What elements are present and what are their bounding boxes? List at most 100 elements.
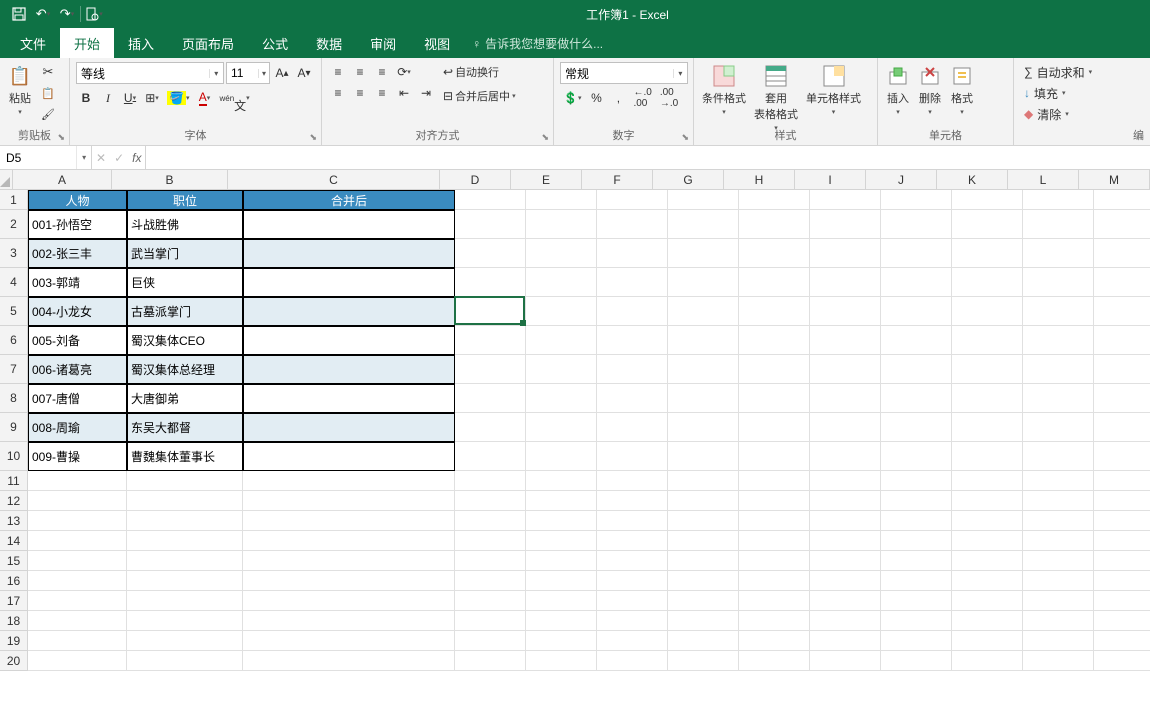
cell-C11[interactable] [243,471,455,491]
cell-H6[interactable] [739,326,810,355]
cell-K14[interactable] [952,531,1023,551]
row-header-14[interactable]: 14 [0,531,28,551]
cell-M14[interactable] [1094,531,1150,551]
cell-B19[interactable] [127,631,243,651]
cell-C18[interactable] [243,611,455,631]
cell-B8[interactable]: 大唐御弟 [127,384,243,413]
cell-E19[interactable] [526,631,597,651]
cell-A16[interactable] [28,571,127,591]
cell-M15[interactable] [1094,551,1150,571]
col-header-C[interactable]: C [228,170,440,189]
cell-J17[interactable] [881,591,952,611]
cell-A3[interactable]: 002-张三丰 [28,239,127,268]
cell-H20[interactable] [739,651,810,671]
cell-M17[interactable] [1094,591,1150,611]
cell-A19[interactable] [28,631,127,651]
cell-G16[interactable] [668,571,739,591]
row-header-5[interactable]: 5 [0,297,28,326]
cell-A8[interactable]: 007-唐僧 [28,384,127,413]
cell-D14[interactable] [455,531,526,551]
col-header-K[interactable]: K [937,170,1008,189]
cell-E17[interactable] [526,591,597,611]
cell-M7[interactable] [1094,355,1150,384]
align-right-button[interactable]: ≡ [372,83,392,103]
cell-A7[interactable]: 006-诸葛亮 [28,355,127,384]
dialog-launcher-icon[interactable]: ⬊ [541,132,549,143]
cell-D9[interactable] [455,413,526,442]
cell-C3[interactable] [243,239,455,268]
cell-A10[interactable]: 009-曹操 [28,442,127,471]
cell-K17[interactable] [952,591,1023,611]
cell-M19[interactable] [1094,631,1150,651]
cell-F14[interactable] [597,531,668,551]
cell-H4[interactable] [739,268,810,297]
tell-me-search[interactable]: ♀ 告诉我您想要做什么... [464,29,611,58]
cell-A9[interactable]: 008-周瑜 [28,413,127,442]
cell-C5[interactable] [243,297,455,326]
cell-A12[interactable] [28,491,127,511]
cell-F9[interactable] [597,413,668,442]
col-header-H[interactable]: H [724,170,795,189]
row-header-4[interactable]: 4 [0,268,28,297]
cell-I17[interactable] [810,591,881,611]
dialog-launcher-icon[interactable]: ⬊ [57,132,65,143]
cell-D4[interactable] [455,268,526,297]
cell-K16[interactable] [952,571,1023,591]
align-top-button[interactable]: ≡ [328,62,348,82]
cell-D15[interactable] [455,551,526,571]
cell-B1[interactable]: 职位 [127,190,243,210]
cell-H16[interactable] [739,571,810,591]
cell-I4[interactable] [810,268,881,297]
cell-F1[interactable] [597,190,668,210]
cell-styles-button[interactable]: 单元格样式 ▾ [804,62,863,118]
cell-I8[interactable] [810,384,881,413]
cell-K11[interactable] [952,471,1023,491]
cell-K13[interactable] [952,511,1023,531]
cell-G18[interactable] [668,611,739,631]
col-header-D[interactable]: D [440,170,511,189]
cell-J9[interactable] [881,413,952,442]
cell-I3[interactable] [810,239,881,268]
indent-decrease-button[interactable]: ⇤ [394,83,414,103]
cell-M3[interactable] [1094,239,1150,268]
cell-G7[interactable] [668,355,739,384]
cell-F12[interactable] [597,491,668,511]
cell-M6[interactable] [1094,326,1150,355]
wrap-text-button[interactable]: ↩ 自动换行 [440,62,540,82]
cell-L15[interactable] [1023,551,1094,571]
percent-button[interactable]: % [586,88,606,108]
cell-K5[interactable] [952,297,1023,326]
cell-G1[interactable] [668,190,739,210]
cell-G13[interactable] [668,511,739,531]
cell-G20[interactable] [668,651,739,671]
align-center-button[interactable]: ≡ [350,83,370,103]
cell-C4[interactable] [243,268,455,297]
cancel-formula-button[interactable]: ✕ [96,151,106,165]
cell-E10[interactable] [526,442,597,471]
format-cells-button[interactable]: 格式 ▾ [948,62,976,118]
row-header-17[interactable]: 17 [0,591,28,611]
indent-increase-button[interactable]: ⇥ [416,83,436,103]
cell-E5[interactable] [526,297,597,326]
cell-J5[interactable] [881,297,952,326]
col-header-L[interactable]: L [1008,170,1079,189]
cell-G14[interactable] [668,531,739,551]
cell-J18[interactable] [881,611,952,631]
cell-K19[interactable] [952,631,1023,651]
cell-G3[interactable] [668,239,739,268]
cell-A1[interactable]: 人物 [28,190,127,210]
delete-cells-button[interactable]: 删除 ▾ [916,62,944,118]
insert-cells-button[interactable]: 插入 ▾ [884,62,912,118]
row-header-12[interactable]: 12 [0,491,28,511]
cell-E20[interactable] [526,651,597,671]
cell-D18[interactable] [455,611,526,631]
cell-H12[interactable] [739,491,810,511]
cell-I15[interactable] [810,551,881,571]
cell-K2[interactable] [952,210,1023,239]
cell-A14[interactable] [28,531,127,551]
cell-F6[interactable] [597,326,668,355]
cell-L4[interactable] [1023,268,1094,297]
increase-font-button[interactable]: A▴ [272,63,292,83]
cell-D13[interactable] [455,511,526,531]
cell-A20[interactable] [28,651,127,671]
